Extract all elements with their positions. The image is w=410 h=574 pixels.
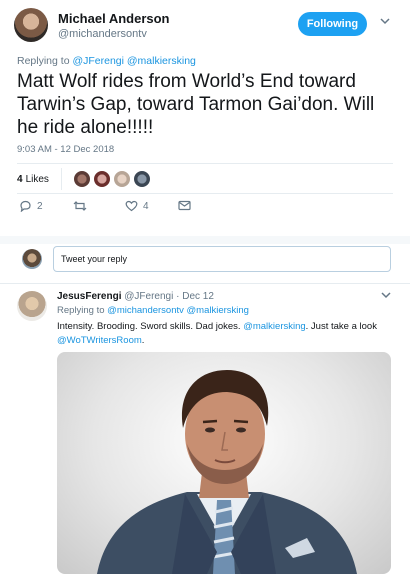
retweet-button[interactable]	[73, 200, 92, 212]
reply-author-name[interactable]: JesusFerengi	[57, 291, 121, 302]
tweet-reply-input[interactable]: Tweet your reply	[53, 246, 391, 272]
mention-link[interactable]: @WoTWritersRoom	[57, 335, 142, 346]
attached-photo[interactable]	[57, 352, 391, 574]
following-button[interactable]: Following	[298, 12, 367, 36]
reply-icon	[20, 200, 31, 212]
reply-author-handle[interactable]: @JFerengi	[124, 291, 173, 302]
replying-to-line: Replying to @JFerengi @malkiersking	[17, 55, 196, 67]
likes-label: Likes	[25, 173, 49, 185]
replying-to-line: Replying to @michandersontv @malkierskin…	[57, 305, 249, 316]
likes-number: 4	[17, 173, 23, 185]
author-avatar[interactable]	[14, 8, 48, 42]
author-handle[interactable]: @michandersontv	[58, 28, 147, 40]
mention-link[interactable]: @michandersontv	[107, 305, 184, 316]
author-name[interactable]: Michael Anderson	[58, 11, 169, 26]
reply-header: JesusFerengi @JFerengi · Dec 12	[57, 291, 214, 302]
divider	[17, 163, 393, 164]
liker-avatar[interactable]	[133, 171, 150, 187]
likes-separator	[60, 168, 62, 190]
likes-count[interactable]: 4 Likes	[17, 174, 49, 185]
chevron-down-icon[interactable]	[381, 291, 391, 302]
like-button[interactable]: 4	[125, 200, 149, 212]
reply-button[interactable]: 2	[19, 200, 43, 212]
tweet-text: Matt Wolf rides from World’s End toward …	[17, 71, 375, 138]
reply-count: 2	[37, 200, 43, 212]
header-separator: ·	[176, 291, 180, 302]
chevron-down-icon[interactable]	[380, 16, 390, 28]
mention-link[interactable]: @malkiersking	[127, 55, 196, 67]
replying-prefix: Replying to	[57, 305, 105, 316]
dm-icon	[178, 200, 191, 211]
reply-composer: Tweet your reply	[0, 244, 410, 282]
like-count: 4	[143, 200, 149, 212]
portrait-illustration	[97, 370, 357, 574]
divider	[17, 193, 393, 194]
dm-button[interactable]	[178, 200, 196, 211]
mention-link[interactable]: @malkiersking	[243, 321, 305, 332]
divider	[0, 283, 410, 284]
current-user-avatar	[22, 249, 42, 269]
reply-date[interactable]: Dec 12	[182, 291, 214, 302]
heart-icon	[125, 200, 138, 212]
retweet-icon	[73, 201, 87, 211]
mention-link[interactable]: @malkiersking	[187, 305, 249, 316]
reply-text-part: .	[141, 335, 145, 346]
liker-avatar[interactable]	[73, 171, 90, 187]
liker-avatar[interactable]	[113, 171, 130, 187]
replying-prefix: Replying to	[17, 55, 70, 67]
likes-row: 4 Likes	[17, 166, 154, 192]
reply-author-avatar[interactable]	[17, 291, 47, 321]
liker-avatar[interactable]	[93, 171, 110, 187]
tweet-actions: 2 4	[17, 200, 217, 220]
reply-text-part: . Just take a look	[305, 321, 377, 332]
reply-text: Intensity. Brooding. Sword skills. Dad j…	[57, 320, 392, 348]
tweet-timestamp[interactable]: 9:03 AM - 12 Dec 2018	[17, 144, 114, 155]
mention-link[interactable]: @JFerengi	[72, 55, 124, 67]
section-divider	[0, 236, 410, 244]
reply-text-part: Intensity. Brooding. Sword skills. Dad j…	[57, 321, 244, 332]
